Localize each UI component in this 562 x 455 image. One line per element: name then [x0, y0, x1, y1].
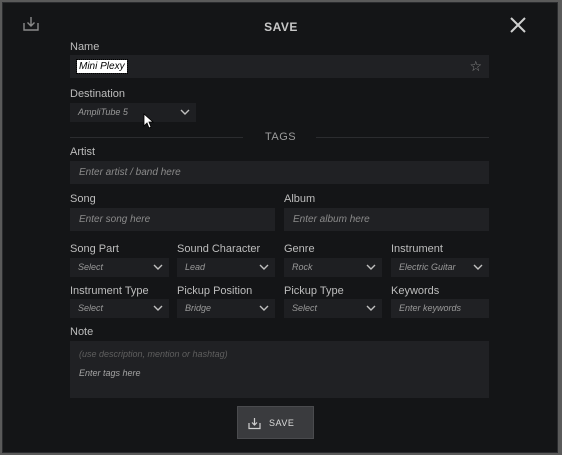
song-part-value: Select	[78, 262, 104, 272]
destination-label: Destination	[70, 88, 126, 100]
album-label: Album	[284, 193, 316, 205]
chevron-down-icon	[180, 109, 190, 115]
save-button-label: SAVE	[269, 418, 295, 428]
keywords-label: Keywords	[391, 285, 440, 297]
sound-character-value: Lead	[185, 262, 206, 272]
tags-input[interactable]: Enter tags here	[79, 368, 141, 378]
pickup-type-value: Select	[292, 303, 318, 313]
genre-value: Rock	[292, 262, 313, 272]
instrument-type-value: Select	[78, 303, 104, 313]
chevron-down-icon	[153, 264, 163, 270]
save-dialog: SAVE Name Mini Plexy ☆ Destination Ampli…	[2, 2, 558, 453]
song-part-label: Song Part	[70, 243, 119, 255]
pickup-position-select[interactable]: Bridge	[177, 299, 275, 318]
name-label: Name	[70, 41, 100, 53]
destination-select[interactable]: AmpliTube 5	[70, 103, 196, 122]
name-field[interactable]: Mini Plexy ☆	[70, 55, 489, 78]
dialog-title: SAVE	[264, 20, 298, 34]
destination-value: AmpliTube 5	[78, 107, 128, 117]
save-button[interactable]: SAVE	[237, 406, 314, 439]
tags-divider-left	[70, 137, 243, 138]
pickup-position-label: Pickup Position	[177, 285, 253, 297]
sound-character-select[interactable]: Lead	[177, 258, 275, 277]
chevron-down-icon	[259, 305, 269, 311]
artist-field[interactable]: Enter artist / band here	[70, 161, 489, 184]
instrument-type-select[interactable]: Select	[70, 299, 169, 318]
genre-label: Genre	[284, 243, 315, 255]
name-value: Mini Plexy	[76, 59, 128, 74]
pickup-type-label: Pickup Type	[284, 285, 344, 297]
download-icon	[248, 418, 261, 430]
note-field[interactable]: (use description, mention or hashtag) En…	[70, 341, 489, 398]
song-label: Song	[70, 193, 96, 205]
note-placeholder: (use description, mention or hashtag)	[79, 349, 228, 359]
instrument-type-label: Instrument Type	[70, 285, 149, 297]
album-field[interactable]: Enter album here	[284, 208, 489, 231]
close-icon[interactable]	[506, 13, 530, 37]
chevron-down-icon	[259, 264, 269, 270]
instrument-value: Electric Guitar	[399, 262, 456, 272]
song-part-select[interactable]: Select	[70, 258, 169, 277]
song-field[interactable]: Enter song here	[70, 208, 275, 231]
pickup-type-select[interactable]: Select	[284, 299, 382, 318]
tags-heading: TAGS	[265, 131, 297, 143]
instrument-label: Instrument	[391, 243, 443, 255]
keywords-field[interactable]: Enter keywords	[391, 299, 489, 318]
sound-character-label: Sound Character	[177, 243, 261, 255]
note-label: Note	[70, 326, 94, 338]
tags-divider-right	[316, 137, 489, 138]
chevron-down-icon	[473, 264, 483, 270]
chevron-down-icon	[366, 305, 376, 311]
artist-label: Artist	[70, 146, 96, 158]
mouse-cursor-icon	[143, 113, 155, 129]
genre-select[interactable]: Rock	[284, 258, 382, 277]
chevron-down-icon	[366, 264, 376, 270]
pickup-position-value: Bridge	[185, 303, 212, 313]
star-icon[interactable]: ☆	[469, 55, 482, 78]
chevron-down-icon	[153, 305, 163, 311]
instrument-select[interactable]: Electric Guitar	[391, 258, 489, 277]
